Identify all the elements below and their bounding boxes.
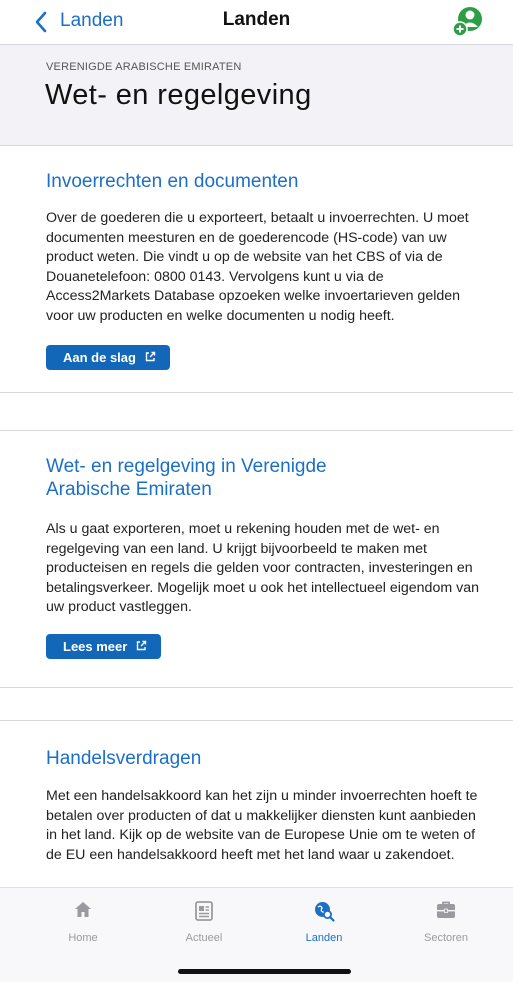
page-title: Wet- en regelgeving [45, 79, 312, 111]
home-indicator [178, 969, 351, 974]
section-wet-regelgeving: Wet- en regelgeving in Verenigde Arabisc… [0, 430, 513, 688]
newspaper-icon [193, 900, 215, 927]
tab-actueel[interactable]: Actueel [140, 888, 268, 948]
navigation-bar: Landen Landen [0, 0, 513, 45]
section-body: Als u gaat exporteren, moet u rekening h… [46, 521, 479, 615]
button-label: Lees meer [63, 639, 128, 654]
section-title: Wet- en regelgeving in Verenigde Arabisc… [46, 456, 327, 500]
button-label: Aan de slag [63, 350, 136, 365]
tab-landen[interactable]: Landen [260, 888, 388, 948]
lees-meer-button[interactable]: Lees meer [46, 634, 162, 659]
external-link-icon [145, 350, 156, 365]
section-title: Handelsverdragen [46, 748, 202, 769]
section-body: Over de goederen die u exporteert, betaa… [46, 210, 469, 324]
tab-bar: Home Actueel Landen Sectoren [0, 887, 513, 982]
home-icon [73, 900, 93, 925]
section-title: Invoerrechten en documenten [46, 171, 299, 192]
tab-home[interactable]: Home [19, 888, 147, 948]
section-body: Met een handelsakkoord kan het zijn u mi… [46, 788, 478, 863]
globe-search-icon [313, 900, 335, 927]
page-header: VERENIGDE ARABISCHE EMIRATEN Wet- en reg… [0, 45, 513, 146]
profile-add-icon [452, 7, 482, 37]
country-label: VERENIGDE ARABISCHE EMIRATEN [46, 61, 242, 73]
section-invoerrechten: Invoerrechten en documenten Over de goed… [0, 145, 513, 393]
briefcase-icon [435, 900, 457, 925]
tab-label: Sectoren [423, 932, 469, 944]
external-link-icon [136, 639, 147, 654]
aan-de-slag-button[interactable]: Aan de slag [46, 345, 170, 370]
tab-sectoren[interactable]: Sectoren [382, 888, 510, 948]
add-profile-button[interactable] [451, 5, 485, 39]
tab-label: Landen [305, 932, 343, 944]
tab-label: Home [68, 932, 98, 944]
tab-label: Actueel [185, 932, 223, 944]
nav-title: Landen [222, 9, 291, 30]
